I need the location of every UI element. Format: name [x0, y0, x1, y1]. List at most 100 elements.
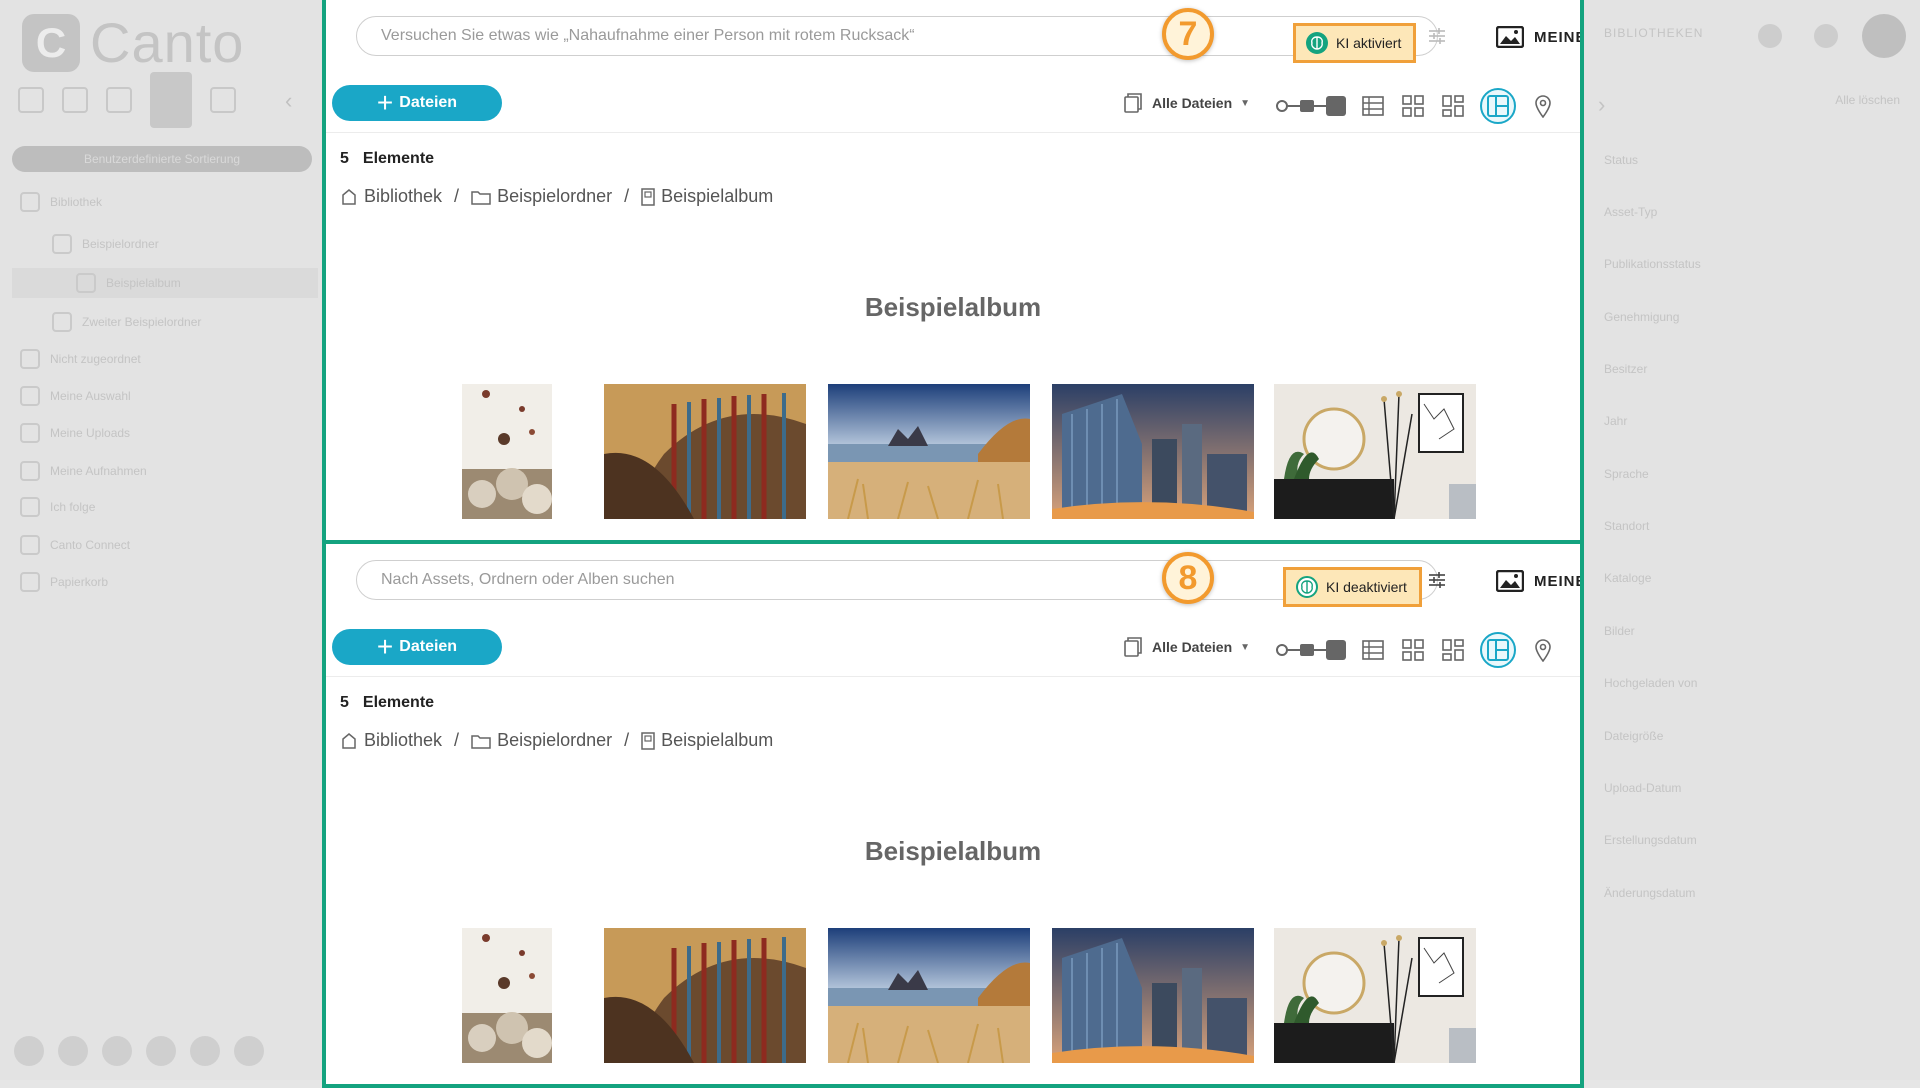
upload-files-button[interactable]: + Dateien: [332, 85, 502, 121]
action-icon[interactable]: [58, 1036, 88, 1066]
selection-icon: [20, 386, 40, 406]
sidebar-item-papierkorb[interactable]: Papierkorb: [20, 572, 108, 592]
filter-item[interactable]: Status: [1604, 153, 1638, 167]
ki-label: KI aktiviert: [1336, 35, 1402, 51]
breadcrumb-separator: /: [624, 186, 630, 206]
calendar-icon[interactable]: [62, 87, 88, 113]
tile-view-icon[interactable]: [1440, 637, 1466, 663]
filter-item[interactable]: Dateigröße: [1604, 729, 1663, 743]
avatar[interactable]: [1862, 14, 1906, 58]
canto-logo[interactable]: C Canto: [22, 10, 244, 75]
download-icon[interactable]: [190, 1036, 220, 1066]
masonry-view-icon[interactable]: [1480, 632, 1516, 668]
size-slider[interactable]: [1276, 93, 1346, 119]
back-icon[interactable]: [18, 87, 44, 113]
filter-item[interactable]: Besitzer: [1604, 362, 1647, 376]
filter-item[interactable]: Hochgeladen von: [1604, 676, 1697, 690]
folder-icon: [52, 234, 72, 254]
help-icon[interactable]: [1758, 24, 1782, 48]
refresh-icon[interactable]: [210, 87, 236, 113]
sidebar-item-ich-folge[interactable]: Ich folge: [20, 497, 95, 517]
filter-item[interactable]: Änderungsdatum: [1604, 886, 1695, 900]
sidebar-item-meine-uploads[interactable]: Meine Uploads: [20, 423, 130, 443]
libraries-title[interactable]: BIBLIOTHEKEN: [1604, 26, 1703, 40]
thumbnail-balloons[interactable]: [462, 928, 552, 1063]
thumbnail-interior[interactable]: [1274, 384, 1476, 519]
thumbnail-balloons[interactable]: [462, 384, 552, 519]
sidebar: C Canto ‹ Benutzerdefinierte Sortierung …: [0, 0, 322, 1080]
upload-files-button[interactable]: + Dateien: [332, 629, 502, 665]
ki-toggle-button[interactable]: KI aktiviert: [1293, 23, 1417, 63]
ki-toggle-button[interactable]: KI deaktiviert: [1283, 567, 1422, 607]
grid-view-icon[interactable]: [1400, 637, 1426, 663]
thumbnail-beach[interactable]: [828, 928, 1030, 1063]
search-input[interactable]: Nach Assets, Ordnern oder Alben suchen K…: [356, 560, 1445, 607]
collapse-filters-icon[interactable]: ›: [1598, 92, 1605, 118]
share-icon[interactable]: [146, 1036, 176, 1066]
file-filter-dropdown[interactable]: Alle Dateien ▼: [1122, 92, 1250, 114]
masonry-view-icon[interactable]: [1480, 88, 1516, 124]
tile-view-icon[interactable]: [1440, 93, 1466, 119]
filter-item[interactable]: Sprache: [1604, 467, 1649, 481]
thumbnail-library[interactable]: [604, 928, 806, 1063]
filter-item[interactable]: Upload-Datum: [1604, 781, 1681, 795]
sliders-icon[interactable]: [1427, 570, 1447, 595]
sidebar-item-nicht-zugeordnet[interactable]: Nicht zugeordnet: [20, 349, 141, 369]
action-icon[interactable]: [14, 1036, 44, 1066]
search-input[interactable]: Versuchen Sie etwas wie „Nahaufnahme ein…: [356, 16, 1445, 63]
sidebar-item-beispielordner[interactable]: Beispielordner: [52, 234, 159, 254]
notifications-icon[interactable]: [1814, 24, 1838, 48]
file-filter-label: Alle Dateien: [1152, 95, 1233, 111]
map-pin-icon[interactable]: [1530, 93, 1556, 119]
thumbnail-city[interactable]: [1052, 928, 1254, 1063]
filter-item[interactable]: Genehmigung: [1604, 310, 1679, 324]
list-view-icon[interactable]: [1360, 637, 1386, 663]
breadcrumb-album[interactable]: Beispielalbum: [661, 186, 773, 207]
sidebar-item-beispielalbum[interactable]: Beispielalbum: [76, 273, 181, 293]
sidebar-item-zweiter-beispielordner[interactable]: Zweiter Beispielordner: [52, 312, 201, 332]
grid-view-icon[interactable]: [1400, 93, 1426, 119]
filter-item[interactable]: Erstellungsdatum: [1604, 833, 1697, 847]
thumbnail-library[interactable]: [604, 384, 806, 519]
action-icon[interactable]: [102, 1036, 132, 1066]
user-tab-icon[interactable]: [150, 72, 192, 128]
thumbnail-interior[interactable]: [1274, 928, 1476, 1063]
filter-item[interactable]: Asset-Typ: [1604, 205, 1657, 219]
thumbnail-beach[interactable]: [828, 384, 1030, 519]
sidebar-item-label: Meine Uploads: [50, 426, 131, 440]
breadcrumb-library[interactable]: Bibliothek: [364, 730, 442, 751]
sidebar-item-library[interactable]: Bibliothek: [20, 192, 102, 212]
filter-item[interactable]: Jahr: [1604, 414, 1627, 428]
count-number: 5: [340, 150, 349, 167]
caret-down-icon: ▼: [1240, 97, 1251, 109]
sidebar-item-meine-auswahl[interactable]: Meine Auswahl: [20, 386, 131, 406]
breadcrumb-library[interactable]: Bibliothek: [364, 186, 442, 207]
thumbnail-city[interactable]: [1052, 384, 1254, 519]
item-count: 5 Elemente: [340, 150, 434, 168]
sidebar-item-meine-aufnahmen[interactable]: Meine Aufnahmen: [20, 461, 147, 481]
link-icon[interactable]: [106, 87, 132, 113]
sliders-icon[interactable]: [1427, 26, 1447, 51]
filter-item[interactable]: Bilder: [1604, 624, 1635, 638]
count-label: Elemente: [362, 150, 435, 167]
breadcrumb-folder[interactable]: Beispielordner: [497, 186, 612, 207]
filter-item[interactable]: Standort: [1604, 519, 1649, 533]
breadcrumb-folder[interactable]: Beispielordner: [497, 730, 612, 751]
meine-bibliotheken-button[interactable]: MEINE: [1496, 26, 1580, 48]
clear-all-link[interactable]: Alle löschen: [1835, 93, 1900, 107]
file-filter-dropdown[interactable]: Alle Dateien ▼: [1122, 636, 1250, 658]
gallery-icon: [1496, 26, 1524, 48]
action-icon[interactable]: [234, 1036, 264, 1066]
sidebar-item-canto-connect[interactable]: Canto Connect: [20, 535, 130, 555]
collapse-sidebar-icon[interactable]: ‹: [285, 88, 292, 114]
filter-item[interactable]: Kataloge: [1604, 571, 1651, 585]
filter-item[interactable]: Publikationsstatus: [1604, 257, 1701, 271]
meine-bibliotheken-button[interactable]: MEINE: [1496, 570, 1580, 592]
sort-pill[interactable]: Benutzerdefinierte Sortierung: [12, 146, 312, 172]
map-pin-icon[interactable]: [1530, 637, 1556, 663]
caret-down-icon: ▼: [1240, 641, 1251, 653]
size-slider[interactable]: [1276, 637, 1346, 663]
sidebar-item-label: Zweiter Beispielordner: [82, 315, 202, 329]
breadcrumb-album[interactable]: Beispielalbum: [661, 730, 773, 751]
list-view-icon[interactable]: [1360, 93, 1386, 119]
